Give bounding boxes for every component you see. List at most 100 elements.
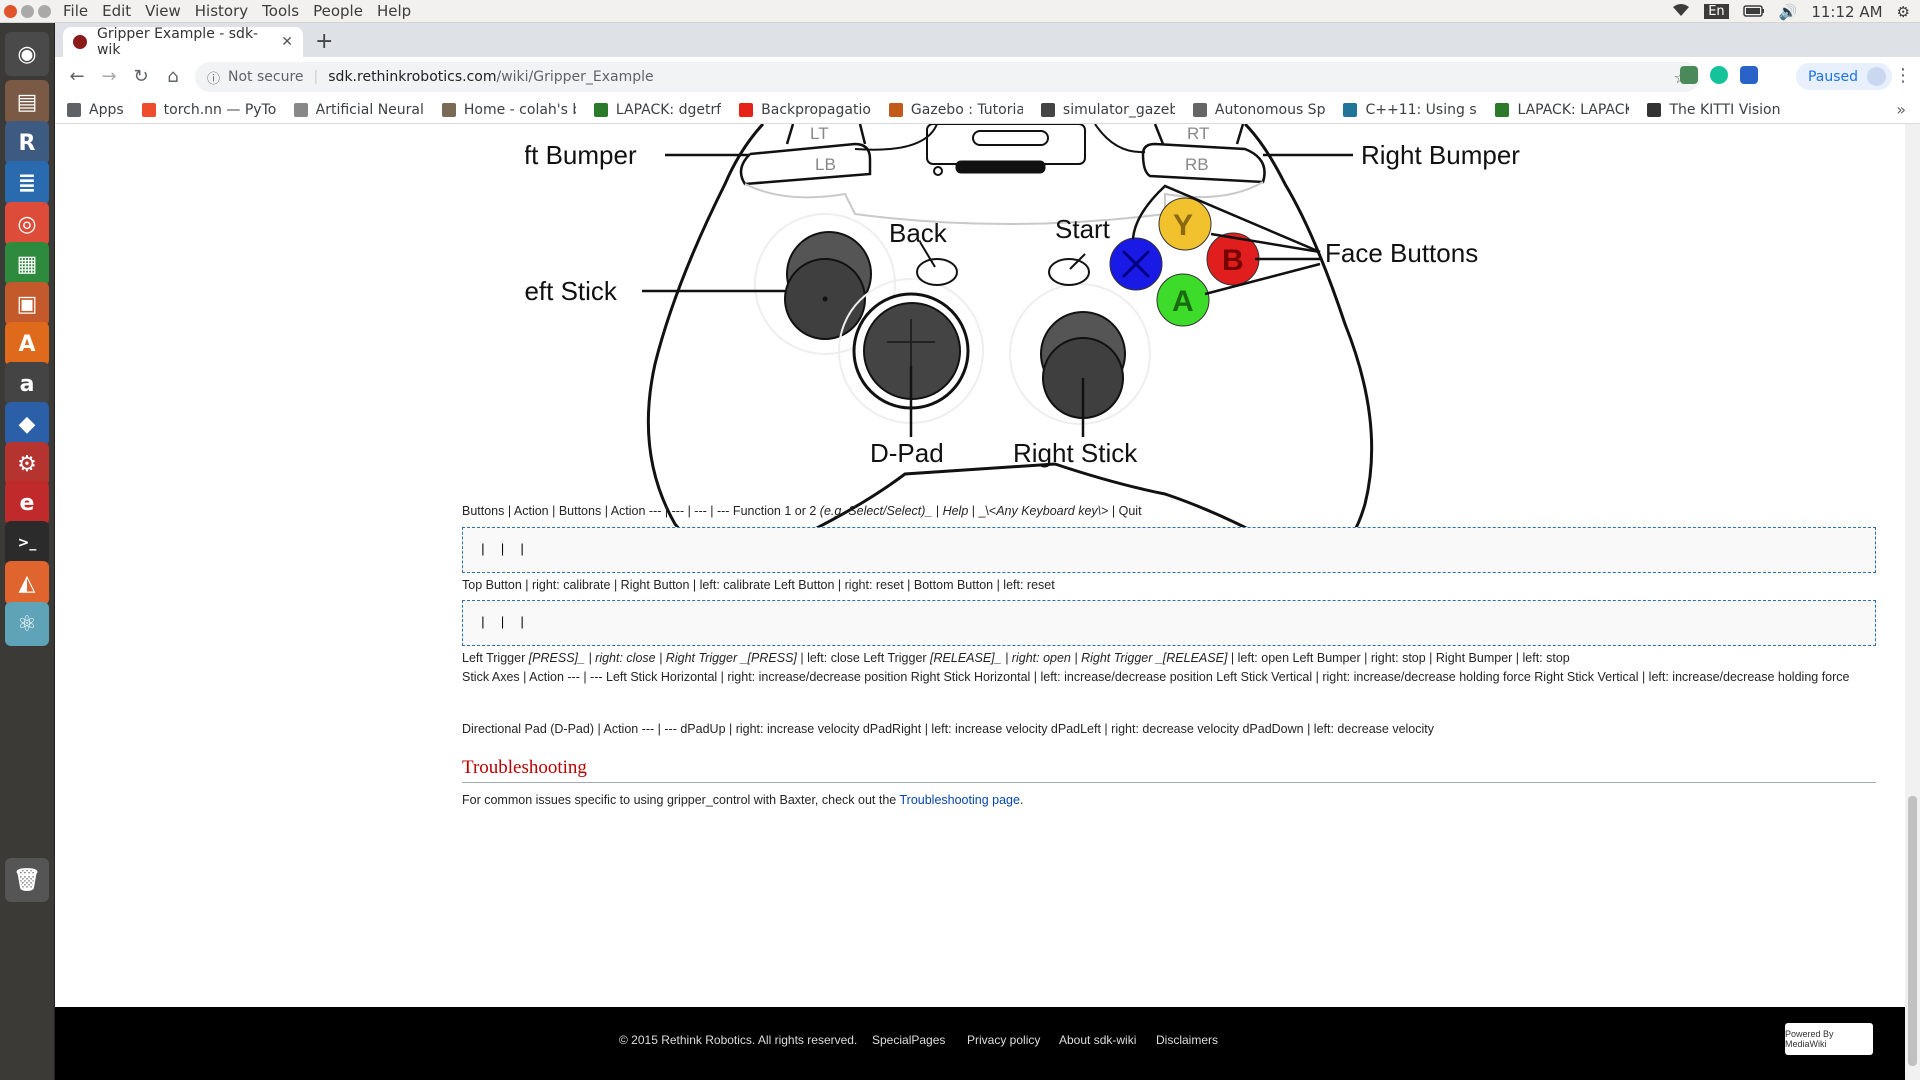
amazon-icon[interactable]: a [5, 362, 49, 406]
address-bar[interactable]: ⓘ Not secure | sdk.rethinkrobotics.com /… [195, 62, 1700, 92]
text-run-italic: [PRESS]_ | right: close | Right Trigger … [528, 651, 797, 665]
system-settings-icon[interactable]: ⚙ [1897, 3, 1910, 21]
bookmark-favicon-icon [441, 102, 456, 117]
bookmark-item[interactable]: LAPACK: LAPACK [1495, 102, 1629, 118]
window-close-button[interactable] [4, 4, 17, 18]
tab-strip: Gripper Example - sdk-wik ✕ + [55, 23, 1920, 58]
menu-edit[interactable]: Edit [102, 2, 131, 20]
extension-mortarboard-icon[interactable] [1740, 66, 1758, 84]
footer-copyright: © 2015 Rethink Robotics. All rights rese… [619, 1033, 858, 1047]
bookmark-item[interactable]: Autonomous Sp [1192, 102, 1325, 118]
bookmark-label: The KITTI Vision [1669, 101, 1781, 118]
extension-grammarly-icon[interactable] [1710, 66, 1728, 84]
bookmark-favicon-icon [1192, 102, 1207, 117]
url-path: /wiki/Gripper_Example [496, 69, 654, 85]
bookmark-item[interactable]: Apps [67, 102, 124, 118]
trash-icon[interactable]: 🗑 [5, 858, 49, 902]
unity-launcher: ◉ ▤ R ≣ ◎ ▦ ▣ Aa ◆ ⚙ e >_ ◭ ⚛ 🗑 [0, 23, 55, 1080]
menu-tools[interactable]: Tools [262, 2, 299, 20]
text-run-italic: Help [942, 504, 969, 518]
tab-title: Gripper Example - sdk-wik [96, 26, 259, 58]
bookmark-favicon-icon [593, 102, 608, 117]
new-tab-button[interactable]: + [315, 29, 333, 54]
bookmark-label: torch.nn — PyTo [163, 101, 276, 118]
bookmark-item[interactable]: torch.nn — PyTo [141, 101, 276, 118]
calc-icon[interactable]: ▦ [5, 242, 49, 286]
keyboard-layout-indicator[interactable]: En [1704, 4, 1729, 19]
settings-icon[interactable]: ⚙ [5, 442, 49, 486]
mediawiki-badge[interactable]: Powered By MediaWiki [1785, 1023, 1873, 1055]
info-icon[interactable]: ⓘ [207, 68, 220, 87]
start-button-shape [1048, 258, 1090, 286]
scrollbar-thumb[interactable] [1908, 796, 1917, 1066]
bookmark-item[interactable]: Home - colah's b [441, 102, 576, 118]
window-maximize-button[interactable] [38, 4, 51, 18]
tab-gripper-example[interactable]: Gripper Example - sdk-wik ✕ [63, 26, 303, 58]
battery-icon[interactable] [1742, 3, 1765, 21]
writer-icon[interactable]: ≣ [5, 161, 49, 205]
face-buttons-table-text: Top Button | right: calibrate | Right Bu… [462, 578, 1055, 592]
bookmark-item[interactable]: LAPACK: dgetrf [593, 102, 721, 118]
mendeley-icon[interactable]: e [5, 481, 49, 525]
menu-file[interactable]: File [63, 2, 88, 20]
reload-button[interactable]: ↻ [125, 66, 157, 87]
bookmark-item[interactable]: Backpropagatio [739, 102, 871, 118]
back-label: Back [889, 218, 948, 248]
page-content: LT RT LB RB Left Bumper Right Bumper Bac… [55, 124, 1905, 1080]
home-button[interactable]: ⌂ [157, 66, 189, 87]
troubleshooting-link[interactable]: Troubleshooting page [899, 793, 1019, 807]
window-minimize-button[interactable] [21, 4, 34, 18]
bookmark-item[interactable]: simulator_gazeb [1040, 102, 1175, 118]
bookmark-label: Gazebo : Tutoria [910, 101, 1023, 118]
troubleshooting-text: For common issues specific to using grip… [462, 791, 1876, 810]
software-center-icon[interactable]: A [5, 322, 49, 366]
back-button[interactable]: ← [61, 66, 93, 87]
menu-help[interactable]: Help [377, 2, 411, 20]
footer-about-link[interactable]: About sdk-wiki [1059, 1033, 1136, 1047]
terminal-icon[interactable]: >_ [5, 521, 49, 565]
lb-bumper-shape [739, 142, 872, 186]
bookmark-label: Apps [89, 101, 124, 118]
volume-icon[interactable]: 🔊 [1779, 3, 1798, 21]
profile-button[interactable]: Paused [1795, 63, 1892, 90]
bookmark-label: Backpropagatio [761, 101, 871, 118]
menu-people[interactable]: People [313, 2, 363, 20]
virtualbox-icon[interactable]: ◆ [5, 402, 49, 446]
system-tray: En 🔊 11:12 AM ⚙ [1672, 0, 1920, 23]
bookmarks-overflow-icon[interactable]: » [1896, 100, 1906, 119]
bookmark-item[interactable]: Gazebo : Tutoria [888, 101, 1023, 118]
rt-label: RT [1187, 124, 1209, 143]
bookmark-item[interactable]: C++11: Using std [1343, 102, 1477, 118]
extension-download-icon[interactable] [1680, 66, 1698, 84]
right-stick-label: Right Stick [1013, 438, 1138, 468]
menu-view[interactable]: View [145, 2, 181, 20]
text-run-italic: [RELEASE]_ | right: open | Right Trigger… [930, 651, 1228, 665]
footer-disclaimers-link[interactable]: Disclaimers [1156, 1033, 1218, 1047]
bookmark-favicon-icon [293, 102, 308, 117]
footer-special-pages-link[interactable]: SpecialPages [872, 1033, 945, 1047]
text-run: | _\< [968, 504, 997, 518]
chrome-icon[interactable]: ◎ [5, 202, 49, 246]
center-slot [972, 130, 1049, 146]
clock[interactable]: 11:12 AM [1811, 3, 1882, 21]
stick-axes-table-text: Stick Axes | Action --- | --- Left Stick… [462, 670, 1850, 684]
matlab-icon[interactable]: ◭ [5, 561, 49, 605]
atom-icon[interactable]: ⚛ [5, 602, 49, 646]
bookmark-item[interactable]: Artificial Neural [293, 101, 424, 118]
bookmark-label: Artificial Neural [315, 101, 424, 118]
browser-menu-icon[interactable]: ⋮ [1894, 65, 1912, 86]
impress-icon[interactable]: ▣ [5, 282, 49, 326]
top-center-shape [854, 124, 1146, 154]
rethink-icon[interactable]: R [5, 121, 49, 165]
footer-privacy-link[interactable]: Privacy policy [967, 1033, 1040, 1047]
tab-close-icon[interactable]: ✕ [281, 34, 293, 50]
forward-button[interactable]: → [93, 66, 125, 87]
ubuntu-dash-icon[interactable]: ◉ [5, 32, 49, 76]
dpad-label: D-Pad [870, 438, 944, 468]
code-block: | | | [462, 600, 1876, 646]
bookmark-item[interactable]: The KITTI Vision [1647, 102, 1780, 118]
wifi-icon[interactable] [1672, 3, 1690, 21]
files-icon[interactable]: ▤ [5, 80, 49, 124]
menu-history[interactable]: History [195, 2, 248, 20]
page-scrollbar[interactable] [1905, 124, 1920, 1080]
